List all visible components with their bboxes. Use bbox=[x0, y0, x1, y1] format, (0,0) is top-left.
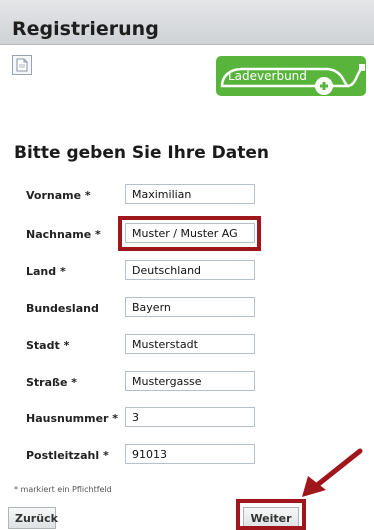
country-label: Land * bbox=[26, 265, 66, 278]
city-label: Stadt * bbox=[26, 339, 70, 352]
required-hint: * markiert ein Pflichtfeld bbox=[14, 485, 112, 494]
postal-code-field[interactable] bbox=[125, 444, 255, 464]
arrow-icon bbox=[302, 448, 363, 497]
state-field[interactable] bbox=[125, 297, 255, 317]
back-button[interactable]: Zurück bbox=[8, 507, 58, 529]
firstname-label: Vorname * bbox=[26, 189, 91, 202]
document-icon-glyph bbox=[16, 58, 28, 72]
ladeverbund-logo: Ladeverbund bbox=[216, 56, 366, 96]
lastname-highlight-box bbox=[118, 216, 261, 251]
house-number-label: Hausnummer * bbox=[26, 412, 119, 425]
page-title: Registrierung bbox=[12, 18, 159, 40]
document-icon[interactable] bbox=[12, 55, 32, 75]
city-field[interactable] bbox=[125, 334, 255, 354]
next-highlight-box bbox=[236, 499, 306, 530]
app-header: Registrierung bbox=[0, 0, 374, 45]
postal-code-label: Postleitzahl * bbox=[26, 449, 109, 462]
street-label: Straße * bbox=[26, 376, 77, 389]
house-number-field[interactable] bbox=[125, 407, 255, 427]
firstname-field[interactable] bbox=[125, 184, 255, 204]
lastname-label: Nachname * bbox=[26, 228, 101, 241]
state-label: Bundesland bbox=[26, 302, 99, 315]
form-heading: Bitte geben Sie Ihre Daten bbox=[14, 143, 270, 163]
logo-text: Ladeverbund bbox=[228, 69, 307, 83]
country-field[interactable] bbox=[125, 260, 255, 280]
street-field[interactable] bbox=[125, 371, 255, 391]
